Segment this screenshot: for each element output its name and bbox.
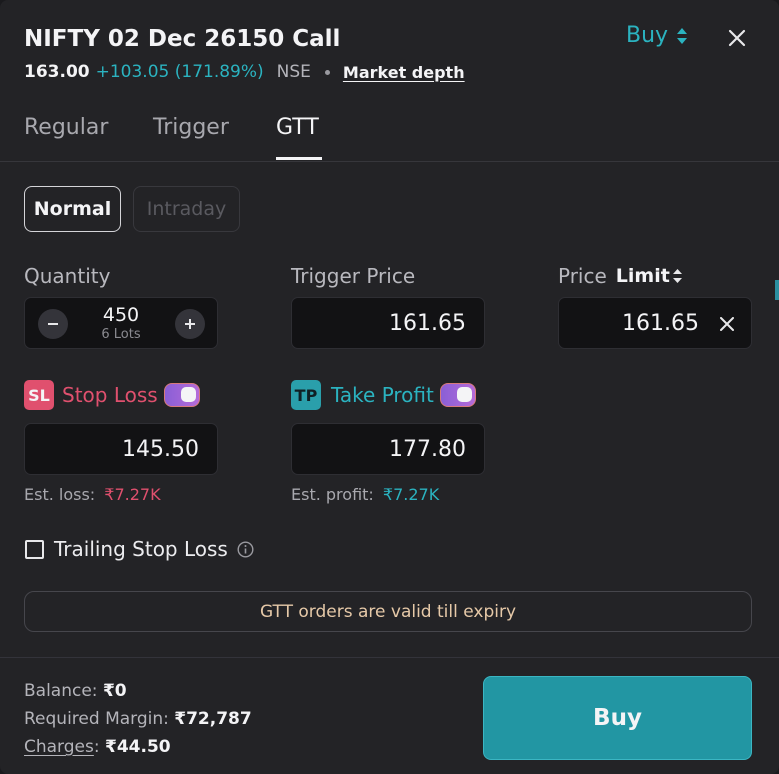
est-loss-value: ₹7.27K xyxy=(104,485,161,504)
trigger-price-label: Trigger Price xyxy=(291,264,416,288)
order-type-tabs: Regular Trigger GTT xyxy=(0,112,779,162)
take-profit-badge: TP xyxy=(291,380,321,410)
active-tab-indicator xyxy=(276,157,322,160)
info-icon[interactable] xyxy=(237,540,254,558)
balance-row: Balance: ₹0 xyxy=(24,681,127,701)
take-profit-toggle[interactable] xyxy=(439,383,476,407)
order-window: NIFTY 02 Dec 26150 Call 163.00 +103.05 (… xyxy=(0,0,779,774)
lots-count: 6 Lots xyxy=(101,327,141,342)
clear-icon[interactable] xyxy=(720,317,734,331)
plus-icon xyxy=(185,319,195,329)
trailing-stop-loss-checkbox[interactable] xyxy=(25,539,44,559)
required-margin-label: Required Margin: xyxy=(24,709,169,729)
stop-loss-header: SL Stop Loss xyxy=(24,380,200,410)
buy-button[interactable]: Buy xyxy=(483,676,752,760)
stop-loss-badge: SL xyxy=(24,380,54,410)
trigger-price-value: 161.65 xyxy=(389,311,466,336)
stop-loss-toggle[interactable] xyxy=(163,383,200,407)
required-margin-row: Required Margin: ₹72,787 xyxy=(24,709,252,729)
toggle-knob xyxy=(456,387,472,402)
charges-separator: : xyxy=(93,737,100,757)
price-change: +103.05 (171.89%) xyxy=(95,62,264,82)
est-profit: Est. profit: ₹7.27K xyxy=(291,485,439,504)
quantity-stepper[interactable]: 450 6 Lots xyxy=(24,297,218,349)
price-type-selector[interactable]: Limit xyxy=(616,265,683,287)
take-profit-value: 177.80 xyxy=(389,437,466,462)
charges-link[interactable]: Charges xyxy=(24,737,94,757)
est-loss-label: Est. loss: xyxy=(24,485,96,504)
tab-regular[interactable]: Regular xyxy=(24,115,108,140)
trigger-price-input[interactable]: 161.65 xyxy=(291,297,485,349)
price-line: 163.00 +103.05 (171.89%) NSE Market dept… xyxy=(24,62,465,82)
price-label: Price xyxy=(558,264,607,288)
balance-value: ₹0 xyxy=(102,681,127,701)
sort-arrows-icon xyxy=(672,269,682,283)
trailing-stop-loss-label: Trailing Stop Loss xyxy=(54,537,228,561)
stop-loss-value: 145.50 xyxy=(122,437,199,462)
tab-gtt[interactable]: GTT xyxy=(276,115,319,140)
toggle-knob xyxy=(180,387,196,402)
stop-loss-input[interactable]: 145.50 xyxy=(24,423,218,475)
instrument-title: NIFTY 02 Dec 26150 Call xyxy=(24,26,341,52)
side-label: Buy xyxy=(626,23,669,48)
charges-value: ₹44.50 xyxy=(105,737,171,757)
stop-loss-label: Stop Loss xyxy=(62,383,158,407)
quantity-display: 450 6 Lots xyxy=(85,304,157,342)
close-icon[interactable] xyxy=(726,27,748,49)
est-profit-label: Est. profit: xyxy=(291,485,374,504)
side-toggle[interactable]: Buy xyxy=(626,23,688,48)
footer-divider xyxy=(0,657,779,658)
price-type-label: Limit xyxy=(615,265,670,287)
tab-trigger[interactable]: Trigger xyxy=(153,115,229,140)
balance-label: Balance: xyxy=(24,681,98,701)
quantity-label: Quantity xyxy=(24,264,111,288)
scrollbar-thumb[interactable] xyxy=(775,280,779,300)
price-label-group: Price Limit xyxy=(558,264,683,288)
take-profit-input[interactable]: 177.80 xyxy=(291,423,485,475)
separator-dot xyxy=(324,69,330,75)
exchange-label: NSE xyxy=(276,62,311,82)
market-depth-link[interactable]: Market depth xyxy=(343,63,465,82)
gtt-validity-banner: GTT orders are valid till expiry xyxy=(24,591,752,632)
product-normal-button[interactable]: Normal xyxy=(24,186,121,232)
minus-icon xyxy=(48,323,58,325)
required-margin-value: ₹72,787 xyxy=(174,709,252,729)
sort-arrows-icon xyxy=(677,27,688,44)
trailing-stop-loss-row: Trailing Stop Loss xyxy=(25,537,254,561)
product-intraday-button[interactable]: Intraday xyxy=(133,186,240,232)
decrease-button[interactable] xyxy=(38,309,68,339)
est-profit-value: ₹7.27K xyxy=(382,485,440,504)
take-profit-header: TP Take Profit xyxy=(291,380,476,410)
price-input[interactable]: 161.65 xyxy=(558,297,752,349)
est-loss: Est. loss: ₹7.27K xyxy=(24,485,161,504)
last-traded-price: 163.00 xyxy=(24,62,90,82)
charges-row: Charges: ₹44.50 xyxy=(24,737,171,757)
quantity-value: 450 xyxy=(102,304,140,326)
price-value: 161.65 xyxy=(622,311,699,336)
take-profit-label: Take Profit xyxy=(331,383,434,407)
increase-button[interactable] xyxy=(175,309,205,339)
